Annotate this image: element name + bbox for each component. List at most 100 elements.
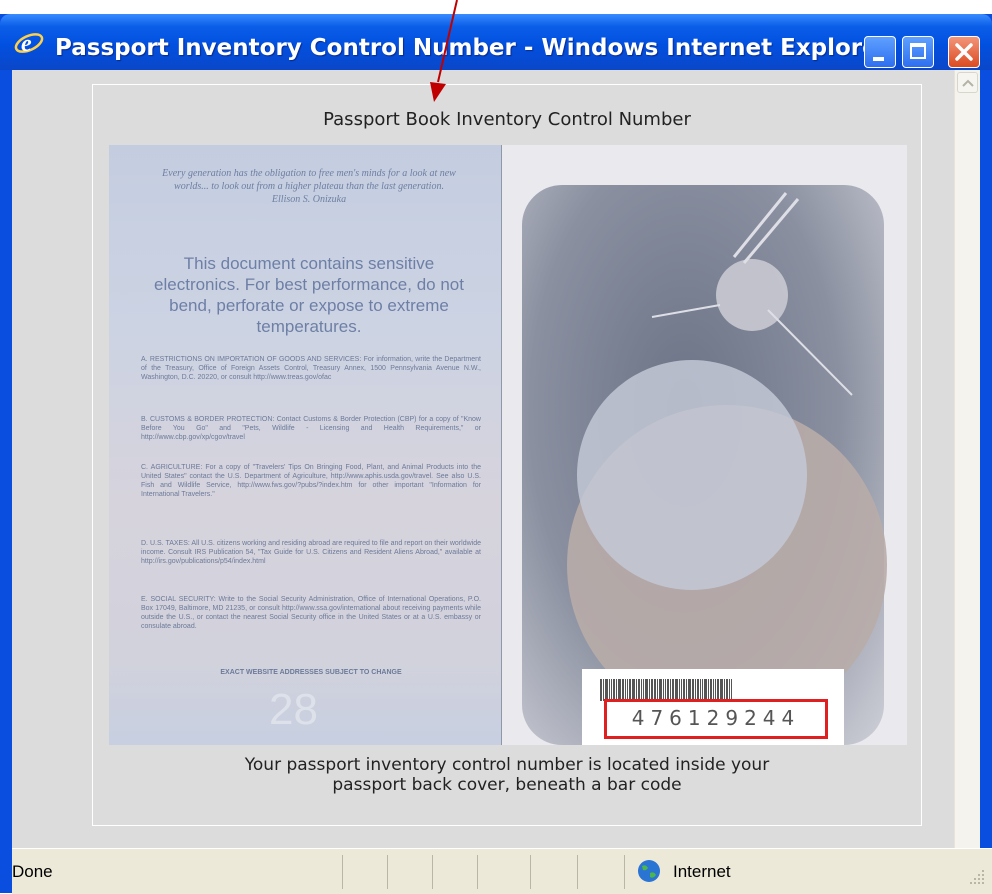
barcode-stripe xyxy=(645,679,648,701)
barcode-stripe xyxy=(729,679,730,701)
passport-left-page: Every generation has the obligation to f… xyxy=(109,145,501,745)
globe-icon xyxy=(638,860,660,882)
security-zone[interactable]: Internet xyxy=(637,858,837,884)
svg-text:e: e xyxy=(21,31,32,57)
barcode-stripe xyxy=(622,679,624,701)
barcode-stripe xyxy=(695,679,696,701)
barcode-stripe xyxy=(636,679,637,701)
close-button[interactable] xyxy=(948,36,980,68)
barcode-stripe xyxy=(731,679,732,701)
quote-text: Every generation has the obligation to f… xyxy=(162,168,456,192)
title-bar[interactable]: e Passport Inventory Control Number - Wi… xyxy=(0,14,992,70)
barcode-stripe xyxy=(641,679,642,701)
barcode-stripe xyxy=(692,679,694,701)
barcode-stripe xyxy=(618,679,621,701)
barcode xyxy=(600,679,828,701)
barcode-stripe xyxy=(672,679,674,701)
caption-line-1: Your passport inventory control number i… xyxy=(244,755,770,775)
status-divider xyxy=(387,855,388,889)
barcode-stripe xyxy=(686,679,687,701)
barcode-stripe xyxy=(670,679,671,701)
status-text: Done xyxy=(12,862,53,881)
barcode-stripe xyxy=(632,679,635,701)
barcode-stripe xyxy=(643,679,644,701)
barcode-stripe xyxy=(717,679,719,701)
barcode-stripe xyxy=(704,679,707,701)
chevron-up-icon xyxy=(962,79,974,87)
barcode-stripe xyxy=(679,679,680,701)
ie-logo-icon: e xyxy=(14,31,44,57)
page-number: 28 xyxy=(269,685,318,734)
status-divider xyxy=(577,855,578,889)
barcode-stripe xyxy=(657,679,658,701)
barcode-stripe xyxy=(616,679,617,701)
barcode-stripe xyxy=(726,679,728,701)
barcode-stripe xyxy=(667,679,669,701)
quote-author: Ellison S. Onizuka xyxy=(271,194,347,205)
barcode-stripe xyxy=(688,679,691,701)
barcode-stripe xyxy=(710,679,712,701)
section-a-text: A. RESTRICTIONS ON IMPORTATION OF GOODS … xyxy=(141,356,481,381)
passport-right-page: 476129244 xyxy=(502,145,907,745)
barcode-stripe xyxy=(675,679,678,701)
barcode-area: 476129244 xyxy=(582,669,844,745)
page-content: Passport Book Inventory Control Number E… xyxy=(12,70,954,848)
status-divider xyxy=(477,855,478,889)
section-d-text: D. U.S. TAXES: All U.S. citizens working… xyxy=(141,540,481,565)
maximize-icon xyxy=(910,43,926,59)
barcode-stripe xyxy=(683,679,685,701)
section-e-text: E. SOCIAL SECURITY: Write to the Social … xyxy=(141,596,481,630)
barcode-stripe xyxy=(613,679,615,701)
barcode-stripe xyxy=(627,679,628,701)
status-divider xyxy=(530,855,531,889)
planets-illustration xyxy=(567,192,887,725)
disclaimer-text: EXACT WEBSITE ADDRESSES SUBJECT TO CHANG… xyxy=(220,669,402,676)
barcode-stripe xyxy=(638,679,640,701)
zone-label: Internet xyxy=(673,862,731,881)
barcode-stripe xyxy=(665,679,666,701)
close-icon xyxy=(955,43,973,61)
icn-highlight-box: 476129244 xyxy=(604,699,828,739)
barcode-stripe xyxy=(697,679,699,701)
caption: Your passport inventory control number i… xyxy=(93,755,921,795)
barcode-stripe xyxy=(603,679,604,701)
barcode-stripe xyxy=(724,679,725,701)
page-title: Passport Book Inventory Control Number xyxy=(323,109,691,130)
barcode-stripe xyxy=(600,679,602,701)
vertical-scrollbar[interactable] xyxy=(954,70,980,848)
electronics-notice: This document contains sensitive electro… xyxy=(154,254,464,336)
barcode-stripe xyxy=(654,679,656,701)
barcode-stripe xyxy=(663,679,664,701)
status-divider xyxy=(624,855,625,889)
window-title: Passport Inventory Control Number - Wind… xyxy=(55,35,890,61)
barcode-stripe xyxy=(700,679,701,701)
barcode-stripe xyxy=(649,679,650,701)
barcode-stripe xyxy=(708,679,709,701)
inventory-control-number: 476129244 xyxy=(631,706,801,730)
section-b-text: B. CUSTOMS & BORDER PROTECTION: Contact … xyxy=(141,416,481,441)
status-divider xyxy=(342,855,343,889)
barcode-stripe xyxy=(625,679,626,701)
info-panel: Passport Book Inventory Control Number E… xyxy=(92,84,922,826)
caption-line-2: passport back cover, beneath a bar code xyxy=(332,775,682,795)
scroll-up-button[interactable] xyxy=(957,72,978,93)
passport-image: Every generation has the obligation to f… xyxy=(109,145,907,745)
section-c-text: C. AGRICULTURE: For a copy of "Travelers… xyxy=(141,464,481,498)
barcode-stripe xyxy=(611,679,612,701)
status-divider xyxy=(432,855,433,889)
minimize-icon xyxy=(873,57,884,61)
barcode-stripe xyxy=(715,679,716,701)
barcode-stripe xyxy=(651,679,653,701)
maximize-button[interactable] xyxy=(902,36,934,68)
resize-grip-icon[interactable] xyxy=(967,867,987,887)
barcode-stripe xyxy=(713,679,714,701)
status-bar: Done Internet xyxy=(12,848,992,894)
minimize-button[interactable] xyxy=(864,36,896,68)
barcode-stripe xyxy=(702,679,703,701)
barcode-stripe xyxy=(720,679,723,701)
barcode-stripe xyxy=(659,679,662,701)
passport-quote: Every generation has the obligation to f… xyxy=(149,167,469,206)
barcode-stripe xyxy=(609,679,610,701)
barcode-stripe xyxy=(605,679,608,701)
barcode-stripe xyxy=(681,679,682,701)
